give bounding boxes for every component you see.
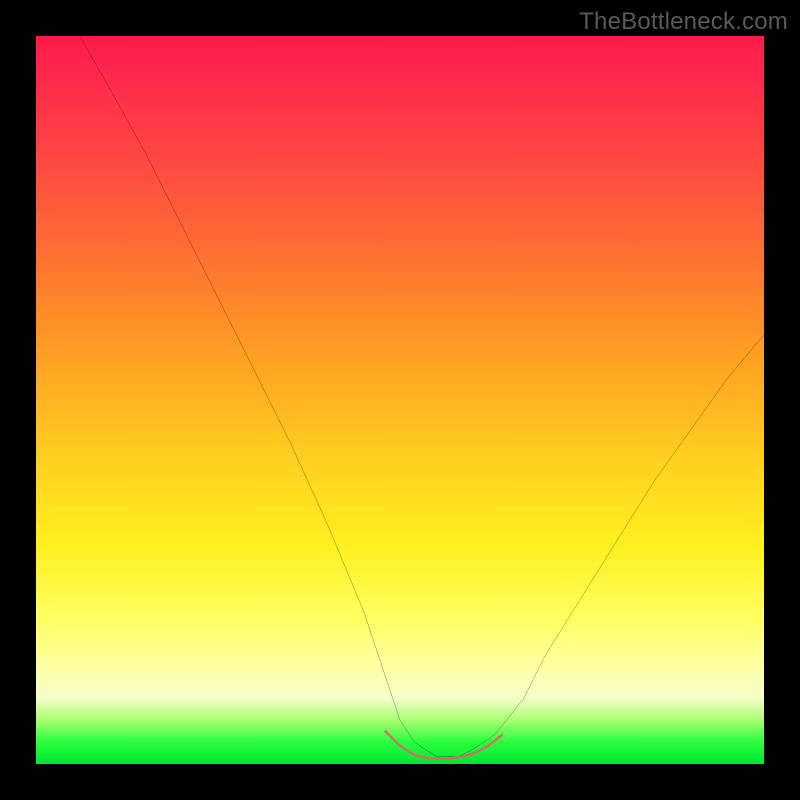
chart-frame: TheBottleneck.com bbox=[0, 0, 800, 800]
watermark-text: TheBottleneck.com bbox=[579, 8, 788, 36]
gradient-background bbox=[36, 36, 764, 764]
